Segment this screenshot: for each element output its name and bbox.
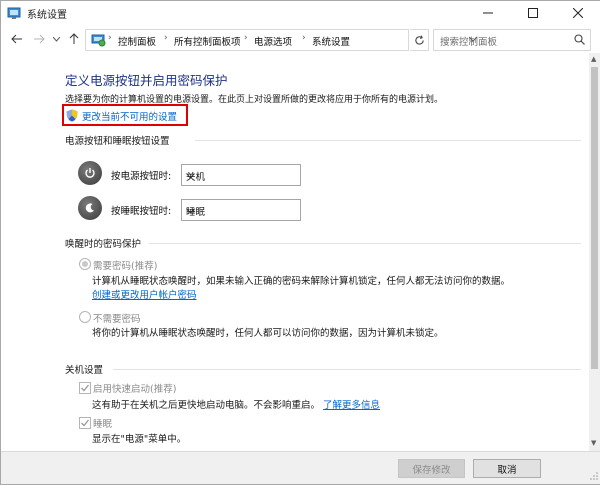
breadcrumb-separator: ›	[302, 33, 306, 43]
breadcrumb-separator: ›	[164, 33, 168, 43]
breadcrumb-item[interactable]: 所有控制面板项	[174, 34, 241, 48]
search-input[interactable]: 搜索控制面板	[433, 29, 591, 51]
page-title: 定义电源按钮并启用密码保护	[65, 73, 228, 88]
no-password-radio[interactable]	[79, 311, 91, 323]
change-settings-highlight: 更改当前不可用的设置	[62, 104, 188, 126]
sleep-button-action-select[interactable]: 睡眠	[181, 199, 301, 221]
learn-more-link[interactable]: 了解更多信息	[323, 400, 380, 411]
no-password-label: 不需要密码	[93, 314, 141, 325]
address-bar[interactable]: › 控制面板 › 所有控制面板项 › 电源选项 › 系统设置	[85, 29, 478, 51]
breadcrumb-item[interactable]: 电源选项	[254, 34, 292, 48]
cancel-button[interactable]: 取消	[473, 459, 541, 478]
fast-startup-label: 启用快速启动(推荐)	[93, 384, 177, 395]
sleep-button-label: 按睡眠按钮时:	[111, 206, 172, 217]
chevron-down-icon	[186, 171, 295, 182]
create-password-link[interactable]: 创建或更改用户帐户密码	[92, 287, 197, 301]
power-button-icon	[78, 161, 102, 185]
resize-grip-icon[interactable]	[590, 472, 598, 483]
require-password-radio[interactable]	[79, 258, 91, 270]
no-password-desc: 将你的计算机从睡眠状态唤醒时，任何人都可以访问你的数据，因为计算机未锁定。	[92, 328, 444, 339]
save-changes-button[interactable]: 保存修改	[398, 459, 465, 478]
scroll-down-icon[interactable]: ▼	[591, 439, 596, 447]
sleep-menu-checkbox[interactable]	[79, 417, 91, 429]
window-title: 系统设置	[27, 10, 67, 21]
close-button[interactable]	[555, 1, 600, 25]
search-icon[interactable]	[574, 34, 585, 48]
refresh-icon	[414, 35, 424, 45]
button-bar: 保存修改 取消	[1, 451, 600, 484]
breadcrumb-item[interactable]: 控制面板	[118, 34, 156, 48]
checkmark-icon	[81, 384, 90, 392]
search-placeholder: 搜索控制面板	[440, 37, 498, 48]
up-arrow-icon[interactable]	[66, 31, 82, 47]
require-password-desc: 计算机从睡眠状态唤醒时，如果未输入正确的密码来解除计算机锁定，任何人都无法访问你…	[92, 276, 511, 287]
sleep-button-icon	[78, 196, 102, 220]
section-divider	[195, 140, 581, 141]
refresh-button[interactable]	[410, 29, 429, 51]
maximize-button[interactable]	[510, 1, 555, 25]
back-arrow-icon[interactable]	[9, 31, 25, 47]
change-unavailable-settings-link[interactable]: 更改当前不可用的设置	[82, 109, 177, 123]
breadcrumb-separator: ›	[108, 33, 112, 43]
breadcrumb-item[interactable]: 系统设置	[312, 34, 350, 48]
control-panel-icon	[7, 6, 21, 20]
vertical-scrollbar[interactable]: ▲ ▼	[589, 53, 600, 451]
forward-arrow-icon[interactable]	[31, 31, 47, 47]
power-button-label: 按电源按钮时:	[111, 171, 172, 182]
recent-dropdown-icon[interactable]	[51, 31, 61, 47]
shutdown-settings-heading: 关机设置	[65, 365, 104, 376]
fast-startup-checkbox[interactable]	[79, 382, 91, 394]
scroll-up-icon[interactable]: ▲	[591, 55, 596, 63]
chevron-down-icon	[186, 206, 295, 217]
control-panel-icon	[90, 32, 106, 48]
fast-startup-desc: 这有助于在关机之后更快地启动电脑。不会影响重启。 了解更多信息	[92, 397, 380, 411]
sleep-menu-desc: 显示在"电源"菜单中。	[92, 434, 187, 445]
checkmark-icon	[81, 419, 90, 427]
title-bar: 系统设置	[1, 1, 600, 25]
section-divider	[113, 369, 581, 370]
power-button-action-select[interactable]: 关机	[181, 164, 301, 186]
require-password-label: 需要密码(推荐)	[93, 261, 158, 272]
breadcrumb-separator: ›	[244, 33, 248, 43]
fast-startup-desc-text: 这有助于在关机之后更快地启动电脑。不会影响重启。	[92, 400, 321, 411]
settings-window: 系统设置 › 控制面板 › 所有控制面板项 › 电源选项 › 系统设置 搜索控制…	[0, 0, 600, 485]
sleep-menu-label: 睡眠	[93, 419, 113, 430]
wake-password-heading: 唤醒时的密码保护	[65, 239, 142, 250]
content-area: 定义电源按钮并启用密码保护 选择要为你的计算机设置的电源设置。在此页上对设置所做…	[1, 53, 589, 451]
uac-shield-icon	[66, 109, 78, 125]
minimize-button[interactable]	[465, 1, 510, 25]
navigation-bar: › 控制面板 › 所有控制面板项 › 电源选项 › 系统设置 搜索控制面板	[1, 25, 600, 53]
power-section-heading: 电源按钮和睡眠按钮设置	[65, 136, 170, 147]
scrollbar-thumb[interactable]	[591, 67, 598, 369]
section-divider	[149, 243, 581, 244]
